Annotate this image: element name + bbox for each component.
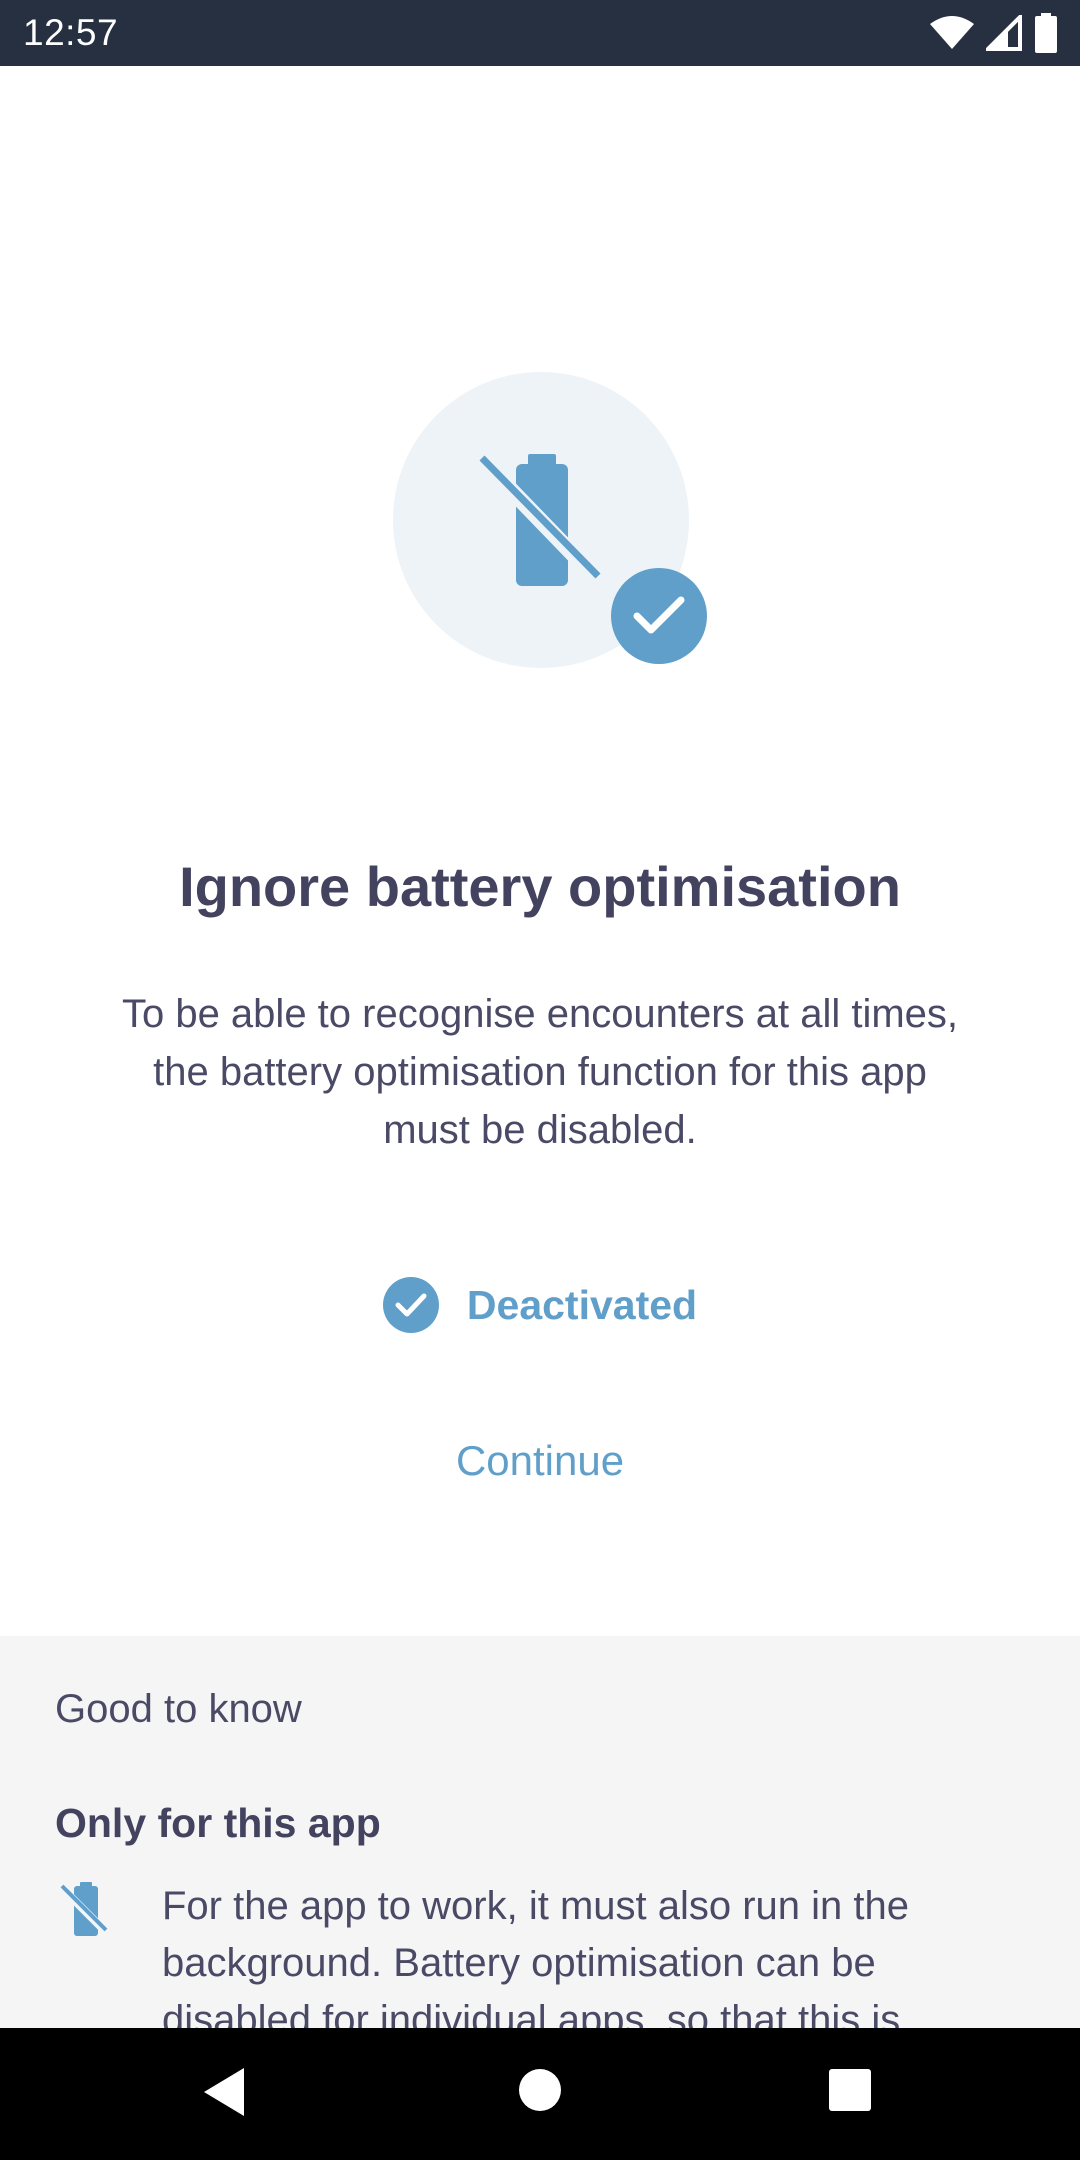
hero-check-badge — [611, 568, 707, 664]
info-subheading: Only for this app — [55, 1800, 381, 1846]
status-bar: 12:57 — [0, 0, 1080, 66]
battery-optimisation-off-icon — [60, 1882, 111, 1937]
recents-icon[interactable] — [828, 2068, 872, 2112]
home-icon[interactable] — [518, 2068, 562, 2112]
wifi-icon — [930, 16, 974, 49]
status-label: Deactivated — [466, 1281, 698, 1328]
hero-illustration — [390, 370, 710, 670]
info-heading: Good to know — [55, 1687, 302, 1731]
info-section: Good to know Only for this app For the a… — [0, 1636, 1080, 2028]
check-icon — [395, 1293, 427, 1317]
info-text: For the app to work, it must also run in… — [162, 1884, 910, 2028]
check-icon — [633, 596, 685, 634]
page-title: Ignore battery optimisation — [179, 855, 901, 918]
status-row: Deactivated — [0, 1276, 1080, 1334]
cellular-signal-icon — [986, 15, 1022, 51]
back-icon[interactable] — [200, 2064, 250, 2120]
continue-button[interactable]: Continue — [390, 1426, 690, 1496]
check-circle-icon — [382, 1277, 439, 1333]
navigation-bar — [0, 2028, 1080, 2160]
battery-full-icon — [1035, 13, 1057, 53]
status-icons — [930, 13, 1058, 53]
battery-optimisation-off-icon — [478, 452, 606, 588]
description-text: To be able to recognise encounters at al… — [121, 992, 959, 1152]
status-time: 12:57 — [23, 12, 119, 53]
